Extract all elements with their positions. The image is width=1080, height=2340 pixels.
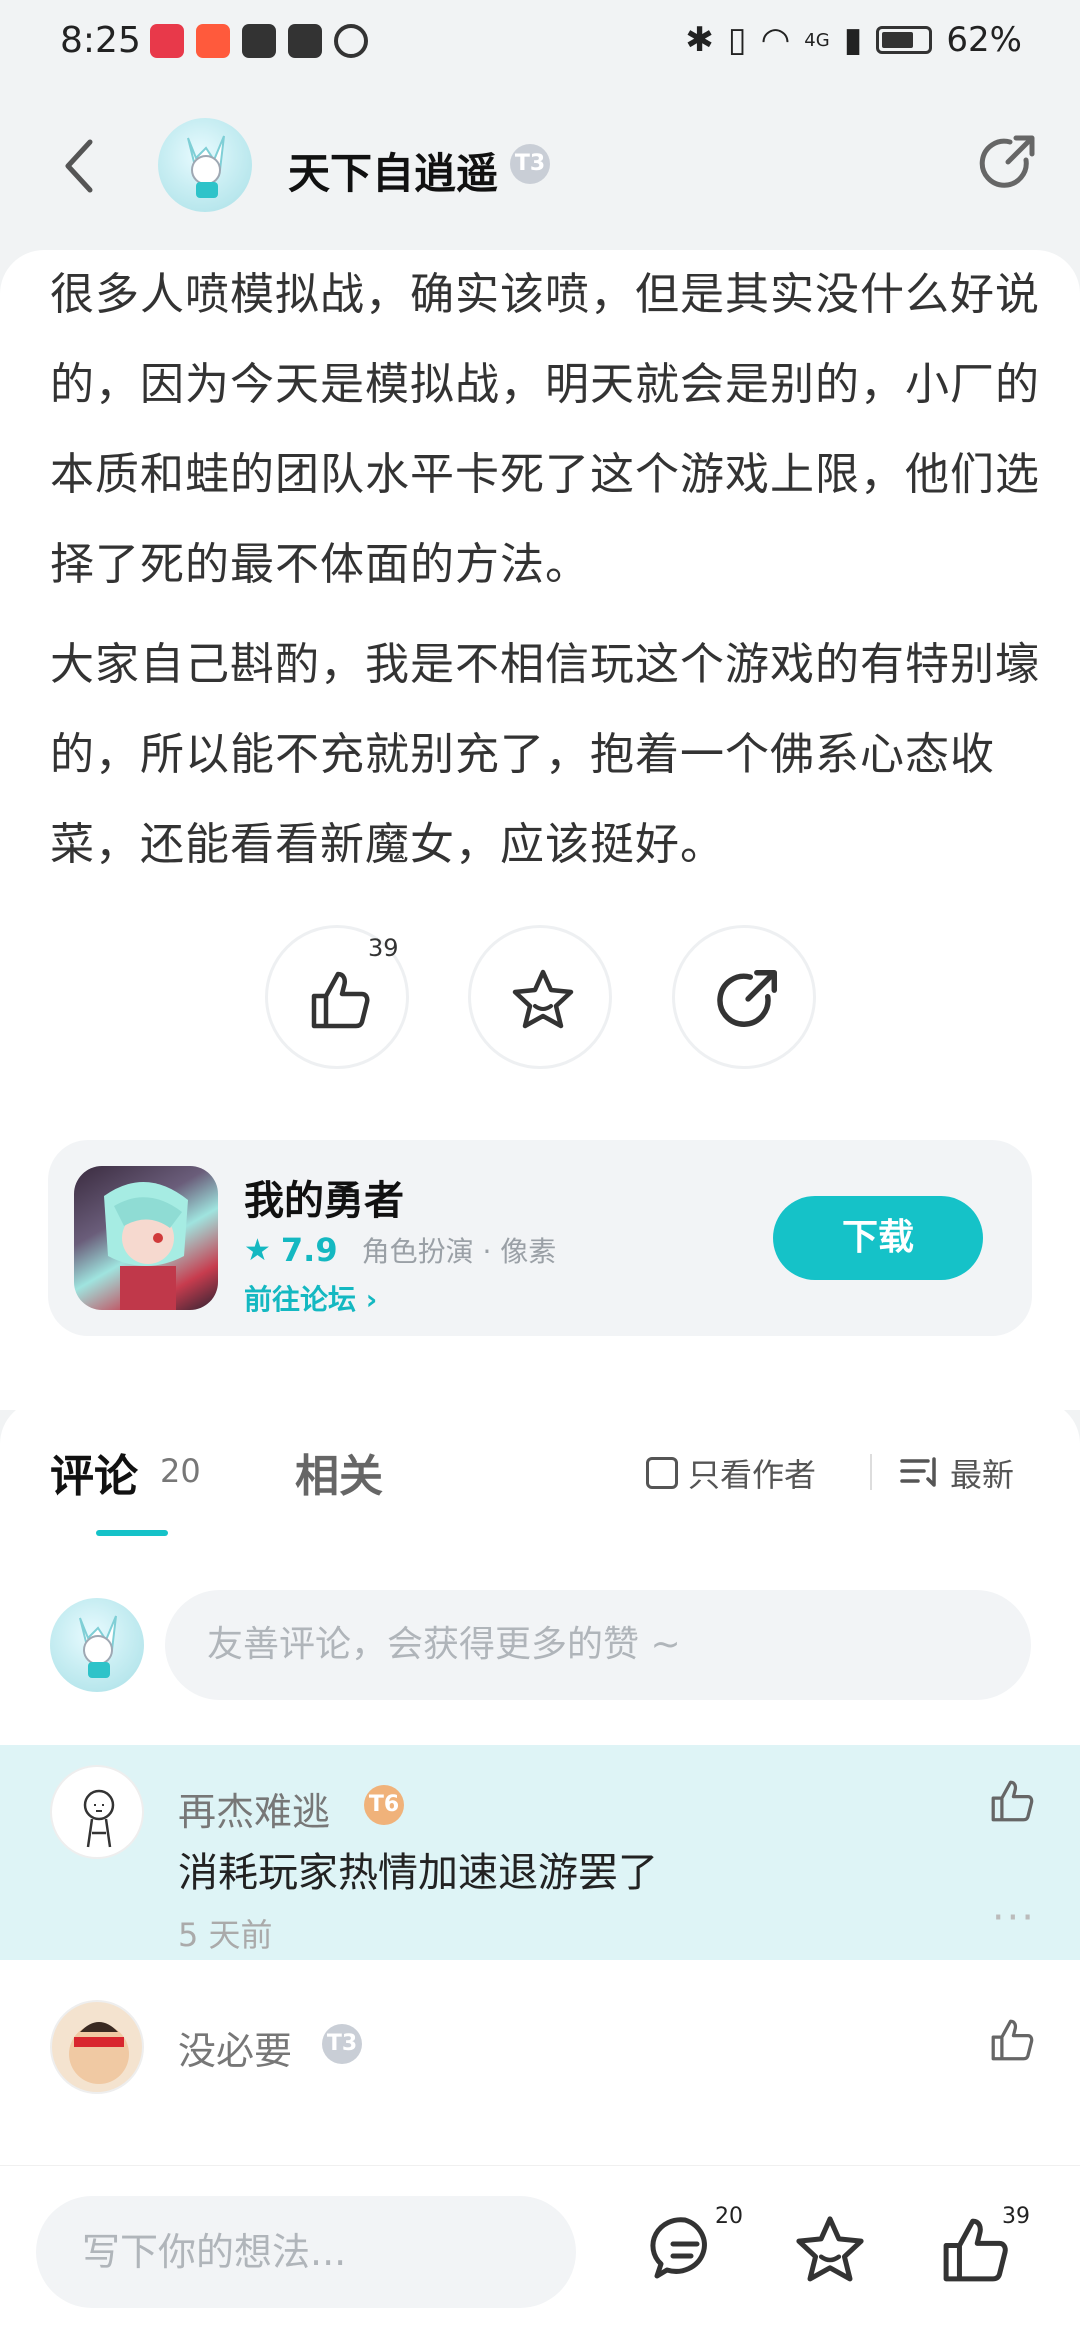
- comment-like-icon[interactable]: [986, 1775, 1038, 1827]
- game-card[interactable]: 我的勇者 ★ 7.9 角色扮演 · 像素 前往论坛 › 下载: [48, 1140, 1032, 1336]
- rating-star-icon: ★: [244, 1232, 271, 1268]
- forum-link-label: 前往论坛: [244, 1283, 357, 1316]
- comment-time: 5 天前: [178, 1916, 273, 1954]
- tab-comments[interactable]: 评论: [50, 1440, 138, 1504]
- vibrate-icon: ▯: [727, 20, 747, 60]
- comment-icon[interactable]: [645, 2210, 725, 2290]
- bottom-like-count: 39: [1002, 2204, 1030, 2229]
- author-name[interactable]: 天下自逍遥: [288, 140, 498, 201]
- status-right: ✱ ▯ ◠ 4G ▮ 62%: [685, 20, 1022, 60]
- checkbox[interactable]: [646, 1457, 678, 1489]
- sort-label: 最新: [950, 1456, 1015, 1494]
- tab-indicator: [96, 1530, 168, 1536]
- wifi-icon: ◠: [760, 20, 791, 60]
- write-thought-input[interactable]: 写下你的想法...: [36, 2196, 576, 2308]
- bluetooth-icon: ✱: [685, 20, 714, 60]
- tab-related[interactable]: 相关: [295, 1440, 383, 1504]
- alarm-icon: [334, 24, 368, 58]
- share-button[interactable]: [672, 925, 816, 1069]
- comment-item[interactable]: 再杰难逃 T6 消耗玩家热情加速退游罢了 5 天前 ···: [0, 1745, 1080, 1960]
- comment-count: 20: [715, 2204, 743, 2229]
- article-card: 很多人喷模拟战，确实该喷，但是其实没什么好说的，因为今天是模拟战，明天就会是别的…: [0, 250, 1080, 1410]
- chevron-right-icon: ›: [365, 1283, 378, 1316]
- app-notification-icon: [150, 24, 184, 58]
- game-meta: ★ 7.9 角色扮演 · 像素: [244, 1230, 556, 1270]
- my-avatar: [50, 1598, 144, 1692]
- comment-like-icon[interactable]: [986, 2014, 1038, 2066]
- commenter-avatar[interactable]: [50, 2000, 144, 2094]
- author-level-badge: T3: [510, 144, 550, 184]
- like-button[interactable]: 39: [265, 925, 409, 1069]
- share-icon: [717, 970, 777, 1027]
- back-icon[interactable]: [56, 136, 106, 196]
- commenter-level-badge: T3: [322, 2024, 362, 2064]
- like-count: 39: [368, 934, 399, 962]
- game-icon[interactable]: [74, 1166, 218, 1310]
- status-bar: 8:25 ✱ ▯ ◠ 4G ▮ 62%: [0, 0, 1080, 84]
- network-label: 4G: [804, 29, 830, 51]
- thumbs-up-icon: [311, 971, 370, 1029]
- battery-percent: 62%: [946, 20, 1022, 60]
- commenter-level-badge: T6: [364, 1785, 404, 1825]
- game-title: 我的勇者: [244, 1178, 404, 1224]
- download-button[interactable]: 下载: [773, 1196, 983, 1280]
- star-icon: [512, 969, 574, 1029]
- star-icon[interactable]: [790, 2210, 870, 2290]
- signal-icon: ▮: [843, 20, 863, 60]
- comment-input-row: 友善评论，会获得更多的赞 ~: [0, 1590, 1080, 1710]
- only-author-toggle[interactable]: 只看作者: [646, 1450, 816, 1496]
- commenter-name[interactable]: 再杰难逃: [178, 1781, 330, 1836]
- share-icon[interactable]: [974, 130, 1040, 196]
- status-time: 8:25: [60, 20, 141, 61]
- battery-icon: [876, 26, 933, 54]
- commenter-avatar[interactable]: [50, 1765, 144, 1859]
- post-header: 天下自逍遥 T3: [0, 100, 1080, 230]
- game-rating: 7.9: [280, 1231, 338, 1269]
- article-paragraph-2: 大家自己斟酌，我是不相信玩这个游戏的有特别壕的，所以能不充就别充了，抱着一个佛系…: [50, 639, 1040, 870]
- nfc-icon: [288, 24, 322, 58]
- post-actions: 39: [0, 925, 1080, 1075]
- only-author-label: 只看作者: [688, 1456, 817, 1494]
- comment-input[interactable]: 友善评论，会获得更多的赞 ~: [165, 1590, 1031, 1700]
- mail-notification-icon: [242, 24, 276, 58]
- divider: [870, 1454, 872, 1490]
- sort-icon: [900, 1457, 936, 1487]
- favorite-button[interactable]: [468, 925, 612, 1069]
- bottom-bar: 写下你的想法... 20 39: [0, 2165, 1080, 2340]
- article-paragraph-1: 很多人喷模拟战，确实该喷，但是其实没什么好说的，因为今天是模拟战，明天就会是别的…: [50, 269, 1040, 590]
- game-tags: 角色扮演 · 像素: [361, 1235, 557, 1268]
- comment-text: 消耗玩家热情加速退游罢了: [178, 1850, 658, 1896]
- more-icon[interactable]: ···: [992, 1895, 1036, 1941]
- commenter-name[interactable]: 没必要: [178, 2020, 292, 2075]
- taobao-notification-icon: [196, 24, 230, 58]
- notification-icons: [150, 24, 368, 58]
- sort-button[interactable]: 最新: [900, 1450, 1014, 1496]
- tab-comments-count: 20: [160, 1452, 201, 1490]
- forum-link[interactable]: 前往论坛 ›: [244, 1278, 377, 1318]
- author-avatar[interactable]: [158, 118, 252, 212]
